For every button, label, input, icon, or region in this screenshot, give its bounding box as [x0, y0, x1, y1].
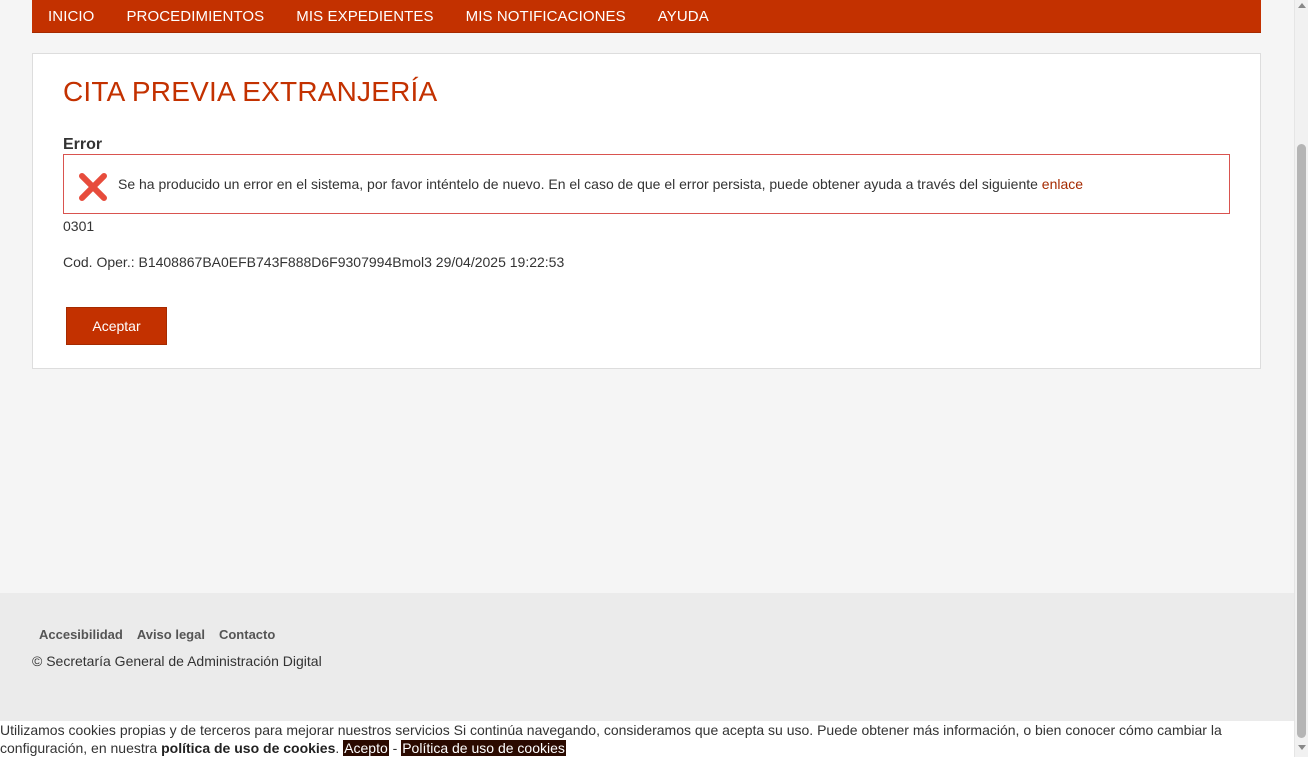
cookie-policy-button[interactable]: Política de uso de cookies — [401, 740, 566, 756]
footer-link-contacto[interactable]: Contacto — [219, 627, 275, 642]
cookie-separator: - — [388, 740, 402, 756]
footer-link-aviso-legal[interactable]: Aviso legal — [137, 627, 205, 642]
page: INICIO PROCEDIMIENTOS MIS EXPEDIENTES MI… — [0, 0, 1294, 757]
error-message-text: Se ha producido un error en el sistema, … — [118, 176, 1042, 192]
nav-item-ayuda[interactable]: AYUDA — [658, 8, 709, 25]
footer-copyright: © Secretaría General de Administración D… — [32, 653, 322, 669]
footer-links: Accesibilidad Aviso legal Contacto — [39, 627, 289, 642]
top-navbar: INICIO PROCEDIMIENTOS MIS EXPEDIENTES MI… — [32, 0, 1261, 33]
error-heading: Error — [63, 136, 103, 153]
scroll-thumb[interactable] — [1297, 144, 1306, 738]
scroll-down-arrow-icon[interactable] — [1298, 745, 1306, 750]
page-title: CITA PREVIA EXTRANJERÍA — [63, 76, 438, 107]
help-link[interactable]: enlace — [1042, 176, 1083, 192]
main-panel: CITA PREVIA EXTRANJERÍA Error Se ha prod… — [32, 53, 1261, 369]
cookie-accept-button[interactable]: Acepto — [343, 740, 389, 756]
cookie-banner: Utilizamos cookies propias y de terceros… — [0, 721, 1294, 757]
nav-item-inicio[interactable]: INICIO — [48, 8, 94, 25]
close-icon — [79, 173, 107, 201]
vertical-scrollbar[interactable] — [1294, 0, 1308, 757]
scroll-up-arrow-icon[interactable] — [1298, 3, 1306, 8]
error-message: Se ha producido un error en el sistema, … — [118, 176, 1083, 192]
error-alert-box: Se ha producido un error en el sistema, … — [63, 154, 1230, 214]
accept-button[interactable]: Aceptar — [66, 307, 167, 345]
cookie-policy-bold: política de uso de cookies — [161, 740, 336, 756]
footer-link-accesibilidad[interactable]: Accesibilidad — [39, 627, 123, 642]
footer: Accesibilidad Aviso legal Contacto © Sec… — [0, 593, 1294, 721]
operation-code: Cod. Oper.: B1408867BA0EFB743F888D6F9307… — [63, 254, 565, 270]
nav-item-mis-expedientes[interactable]: MIS EXPEDIENTES — [296, 8, 433, 25]
nav-item-mis-notificaciones[interactable]: MIS NOTIFICACIONES — [466, 8, 626, 25]
cookie-text-end: . — [335, 740, 344, 756]
error-code: 0301 — [63, 218, 95, 234]
nav-item-procedimientos[interactable]: PROCEDIMIENTOS — [126, 8, 264, 25]
